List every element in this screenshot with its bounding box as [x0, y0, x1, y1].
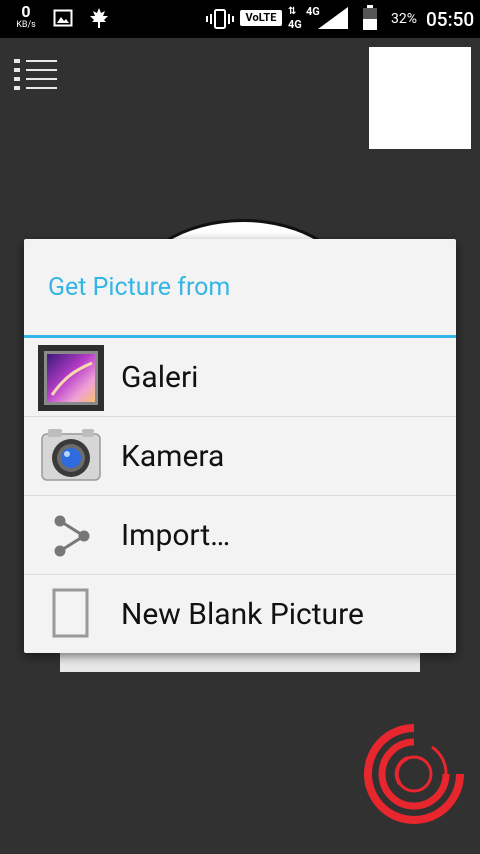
- gallery-icon: [38, 345, 104, 411]
- get-picture-dialog: Get Picture from Galeri Kamera Import… N…: [24, 239, 456, 653]
- color-preview-box[interactable]: [369, 47, 471, 149]
- dialog-title: Get Picture from: [48, 273, 231, 302]
- battery-percent: 32%: [391, 11, 417, 27]
- menu-item-new-blank-picture[interactable]: New Blank Picture: [24, 575, 456, 654]
- app-logo-icon[interactable]: [364, 724, 464, 824]
- battery-icon: [363, 5, 377, 30]
- network-type-indicator: ⇅ 4G 4G: [288, 5, 320, 31]
- volte-badge: VoLTE: [240, 10, 282, 26]
- signal-strength-icon: [318, 7, 348, 29]
- image-notification-icon: [53, 9, 73, 27]
- share-icon: [54, 515, 90, 557]
- menu-icon[interactable]: [14, 57, 58, 93]
- menu-item-galeri[interactable]: Galeri: [24, 338, 456, 417]
- network-speed-unit: KB/s: [16, 20, 36, 30]
- menu-item-label: New Blank Picture: [121, 597, 364, 632]
- blank-page-icon: [52, 588, 89, 638]
- menu-item-import[interactable]: Import…: [24, 496, 456, 575]
- camera-icon: [41, 429, 101, 481]
- menu-item-label: Kamera: [121, 439, 225, 474]
- vibrate-icon: [206, 9, 234, 29]
- clock: 05:50: [426, 8, 475, 31]
- menu-item-kamera[interactable]: Kamera: [24, 417, 456, 496]
- status-bar: 0 KB/s VoLTE ⇅ 4G 4G 32% 05:50: [0, 0, 480, 38]
- network-speed: 0 KB/s: [12, 4, 40, 30]
- menu-item-label: Import…: [121, 518, 231, 553]
- menu-item-label: Galeri: [121, 360, 199, 395]
- network-speed-value: 0: [21, 2, 31, 21]
- maple-leaf-icon: [90, 8, 108, 28]
- network-type-bottom: 4G: [288, 18, 302, 31]
